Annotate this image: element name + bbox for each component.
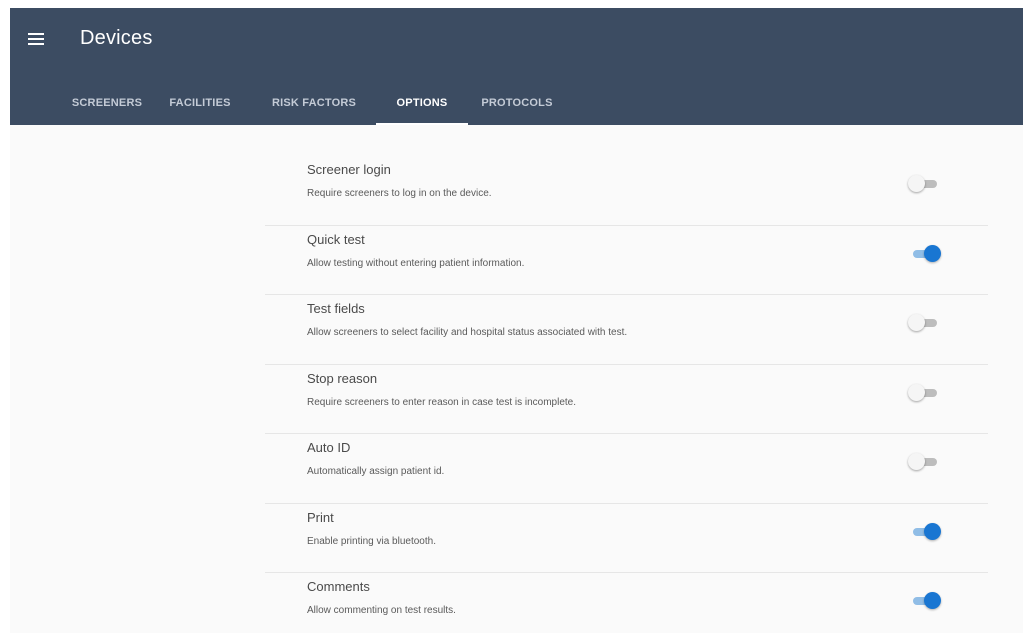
option-title: Stop reason bbox=[307, 370, 378, 386]
quick-test-toggle[interactable] bbox=[905, 244, 941, 264]
toggle-thumb bbox=[924, 522, 941, 540]
option-description: Automatically assign patient id. bbox=[307, 466, 445, 477]
tab-options[interactable]: OPTIONS bbox=[376, 84, 468, 125]
screener-login-toggle[interactable] bbox=[905, 174, 941, 194]
tab-screeners[interactable]: SCREENERS bbox=[66, 84, 148, 122]
option-description: Require screeners to log in on the devic… bbox=[307, 188, 492, 199]
option-title: Auto ID bbox=[307, 440, 351, 455]
tab-facilities[interactable]: FACILITIES bbox=[148, 84, 252, 122]
toggle-thumb bbox=[908, 383, 925, 401]
test-fields-toggle[interactable] bbox=[905, 313, 941, 333]
option-title: Print bbox=[307, 509, 334, 525]
app-bar: Devices SCREENERS FACILITIES RISK FACTOR… bbox=[10, 8, 1023, 125]
toggle-thumb bbox=[908, 175, 925, 192]
print-toggle[interactable] bbox=[905, 522, 941, 542]
toggle-thumb bbox=[924, 592, 941, 609]
toggle-thumb bbox=[924, 244, 941, 262]
hamburger-menu-icon[interactable] bbox=[24, 30, 48, 48]
option-auto-id: Auto ID Automatically assign patient id. bbox=[265, 434, 988, 504]
option-print: Print Enable printing via bluetooth. bbox=[265, 504, 988, 573]
option-description: Enable printing via bluetooth. bbox=[307, 535, 436, 547]
auto-id-toggle[interactable] bbox=[905, 452, 941, 472]
option-description: Allow screeners to select facility and h… bbox=[307, 327, 628, 338]
options-list: Screener login Require screeners to log … bbox=[265, 156, 988, 633]
tab-protocols[interactable]: PROTOCOLS bbox=[468, 84, 566, 122]
page-title: Devices bbox=[80, 27, 153, 49]
comments-toggle[interactable] bbox=[905, 591, 941, 611]
app-frame: Devices SCREENERS FACILITIES RISK FACTOR… bbox=[10, 8, 1023, 633]
option-title: Comments bbox=[307, 579, 370, 594]
tab-risk-factors[interactable]: RISK FACTORS bbox=[252, 84, 376, 122]
option-quick-test: Quick test Allow testing without enterin… bbox=[265, 226, 988, 295]
option-stop-reason: Stop reason Require screeners to enter r… bbox=[265, 365, 988, 434]
option-title: Test fields bbox=[307, 301, 365, 316]
option-title: Quick test bbox=[307, 231, 365, 247]
toggle-thumb bbox=[908, 314, 925, 331]
option-comments: Comments Allow commenting on test result… bbox=[265, 573, 988, 633]
option-description: Allow commenting on test results. bbox=[307, 605, 456, 616]
tab-bar: SCREENERS FACILITIES RISK FACTORS OPTION… bbox=[66, 84, 566, 125]
option-screener-login: Screener login Require screeners to log … bbox=[265, 156, 988, 226]
option-title: Screener login bbox=[307, 162, 391, 177]
option-description: Require screeners to enter reason in cas… bbox=[307, 396, 577, 408]
toggle-thumb bbox=[908, 453, 925, 470]
stop-reason-toggle[interactable] bbox=[905, 383, 941, 403]
option-description: Allow testing without entering patient i… bbox=[307, 257, 525, 269]
option-test-fields: Test fields Allow screeners to select fa… bbox=[265, 295, 988, 365]
